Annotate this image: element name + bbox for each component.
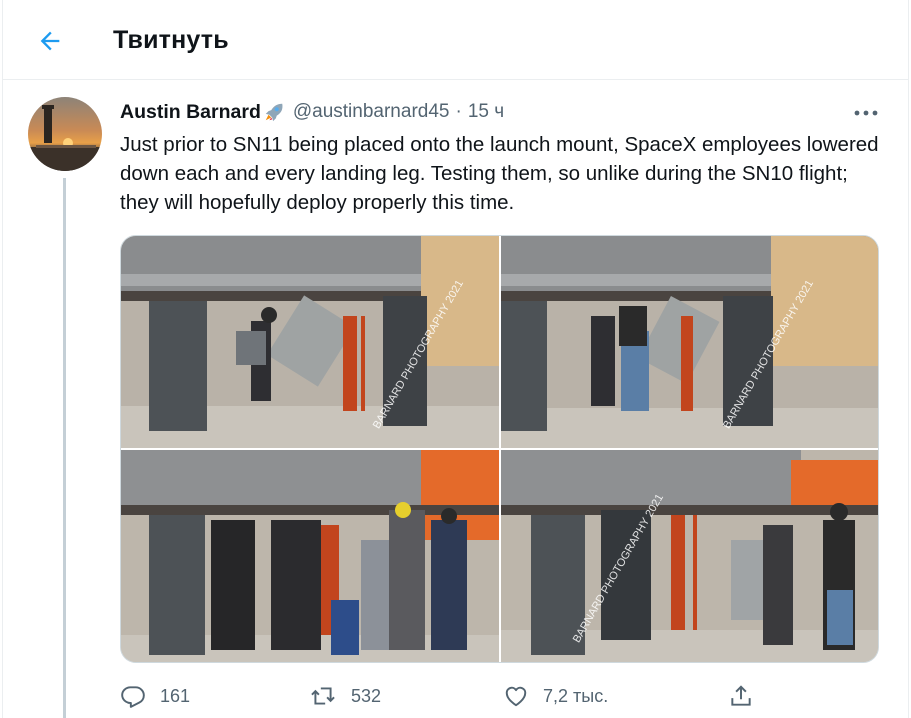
author-avatar[interactable]: [28, 97, 102, 171]
back-button[interactable]: [31, 22, 69, 60]
tweet-author-row: Austin Barnard @austinbarnard45 · 15 ч: [120, 99, 504, 125]
tweet-action-bar: 161 532 7,2 тыс.: [120, 680, 890, 712]
tweet-photo[interactable]: BARNARD PHOTOGRAPHY 2021: [501, 236, 878, 448]
like-count: 7,2 тыс.: [543, 685, 609, 706]
more-dots-icon: [854, 110, 878, 116]
share-upload-icon: [731, 685, 751, 706]
tweet-detail-panel: Твитнуть Austin Barnard @austinbarnard45…: [2, 0, 909, 718]
tweet-photo[interactable]: [121, 450, 499, 662]
tweet-text: Just prior to SN11 being placed onto the…: [120, 133, 879, 214]
tweet-media-grid: BARNARD PHOTOGRAPHY 2021 BARNARD PHOTOGR…: [120, 235, 879, 663]
thread-connector-line: [63, 178, 66, 718]
heart-icon: [505, 686, 527, 707]
tweet-photo[interactable]: BARNARD PHOTOGRAPHY 2021: [121, 236, 499, 448]
tweet-timestamp[interactable]: 15 ч: [468, 101, 504, 123]
retweet-icon: [311, 687, 335, 705]
author-name[interactable]: Austin Barnard: [120, 101, 261, 124]
retweet-count: 532: [351, 685, 382, 706]
tweet-photo[interactable]: BARNARD PHOTOGRAPHY 2021: [501, 450, 878, 662]
page-header: Твитнуть: [3, 0, 908, 80]
retweet-button[interactable]: 532: [309, 680, 381, 712]
rocket-emoji-icon: [263, 101, 285, 123]
arrow-left-icon: [40, 31, 60, 51]
reply-count: 161: [160, 685, 191, 706]
like-button[interactable]: 7,2 тыс.: [503, 680, 608, 712]
author-handle[interactable]: @austinbarnard45: [293, 101, 450, 123]
reply-bubble-icon: [121, 686, 145, 708]
page-title: Твитнуть: [113, 26, 229, 54]
meta-separator: ·: [455, 101, 462, 122]
reply-button[interactable]: 161: [120, 680, 190, 712]
more-options-button[interactable]: [849, 100, 883, 126]
share-button[interactable]: [728, 680, 754, 712]
